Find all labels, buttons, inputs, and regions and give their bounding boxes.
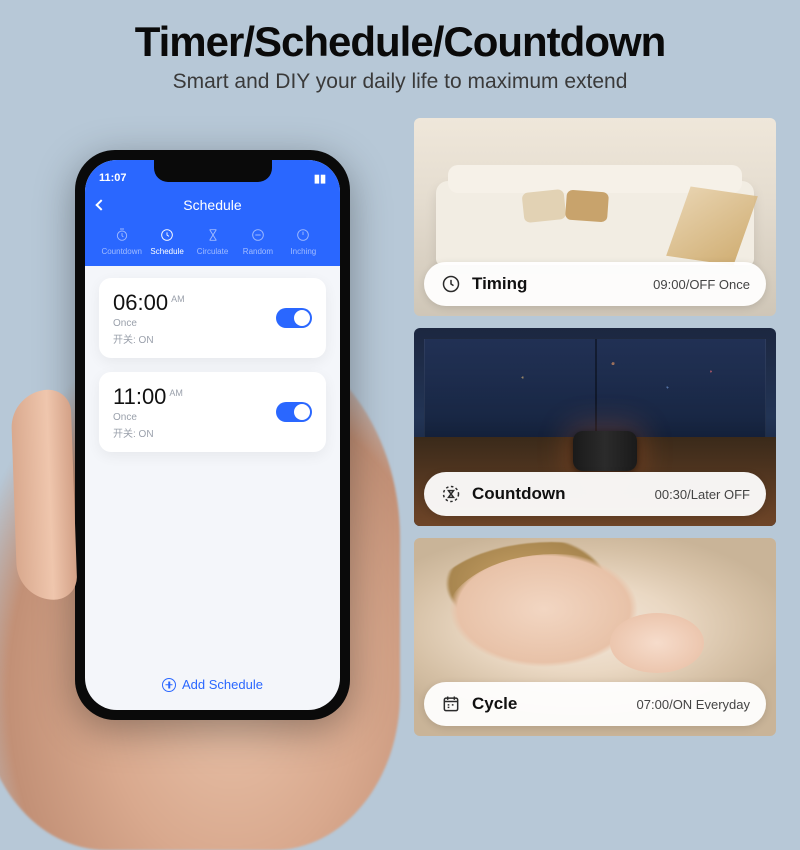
schedule-time: 11:00 — [113, 384, 166, 410]
app-titlebar: Schedule — [97, 194, 328, 216]
content: 11:07 ▮▮ Schedule Countdown — [0, 110, 800, 790]
circulate-icon — [204, 226, 222, 244]
mode-tabs: Countdown Schedule Circulate Random — [97, 226, 328, 256]
page-title: Timer/Schedule/Countdown — [0, 18, 800, 66]
plus-icon — [162, 678, 176, 692]
random-icon — [249, 226, 267, 244]
schedule-repeat: Once — [113, 412, 183, 423]
timing-pill: Timing 09:00/OFF Once — [424, 262, 766, 306]
status-time: 11:07 — [99, 172, 127, 184]
calendar-icon — [440, 693, 462, 715]
header: Timer/Schedule/Countdown Smart and DIY y… — [0, 0, 800, 94]
add-schedule-label: Add Schedule — [182, 677, 263, 692]
back-icon[interactable] — [95, 199, 106, 210]
countdown-icon — [113, 226, 131, 244]
schedule-toggle[interactable] — [276, 308, 312, 328]
schedule-state: 开关: ON — [113, 331, 185, 346]
tab-countdown[interactable]: Countdown — [99, 226, 144, 256]
app-header: Schedule Countdown Schedule — [85, 190, 340, 266]
hand-holding-phone: 11:07 ▮▮ Schedule Countdown — [20, 150, 390, 790]
tab-circulate[interactable]: Circulate — [190, 226, 235, 256]
tab-random-label: Random — [235, 247, 280, 256]
panel-timing: Timing 09:00/OFF Once — [414, 118, 776, 316]
status-icons: ▮▮ — [314, 172, 326, 185]
tab-schedule[interactable]: Schedule — [144, 226, 189, 256]
clock-icon — [440, 273, 462, 295]
countdown-pill: Countdown 00:30/Later OFF — [424, 472, 766, 516]
panel-cycle: Cycle 07:00/ON Everyday — [414, 538, 776, 736]
add-schedule-button[interactable]: Add Schedule — [85, 677, 340, 692]
schedule-toggle[interactable] — [276, 402, 312, 422]
inching-icon — [294, 226, 312, 244]
schedule-time: 06:00 — [113, 290, 168, 316]
phone-frame: 11:07 ▮▮ Schedule Countdown — [75, 150, 350, 720]
schedule-list: 06:00 AM Once 开关: ON 11:00 AM — [85, 266, 340, 478]
tab-countdown-label: Countdown — [99, 247, 144, 256]
schedule-item[interactable]: 11:00 AM Once 开关: ON — [99, 372, 326, 452]
tab-schedule-label: Schedule — [144, 247, 189, 256]
cycle-value: 07:00/ON Everyday — [637, 697, 750, 712]
phone-notch — [154, 160, 272, 182]
schedule-ampm: AM — [169, 388, 183, 398]
timing-value: 09:00/OFF Once — [653, 277, 750, 292]
tab-circulate-label: Circulate — [190, 247, 235, 256]
schedule-state: 开关: ON — [113, 425, 183, 440]
countdown-label: Countdown — [472, 484, 565, 504]
schedule-item[interactable]: 06:00 AM Once 开关: ON — [99, 278, 326, 358]
schedule-ampm: AM — [171, 294, 185, 304]
hourglass-icon — [440, 483, 462, 505]
thumb-illustration — [10, 389, 77, 601]
page-subtitle: Smart and DIY your daily life to maximum… — [0, 70, 800, 94]
schedule-repeat: Once — [113, 318, 185, 329]
tab-inching[interactable]: Inching — [281, 226, 326, 256]
tab-inching-label: Inching — [281, 247, 326, 256]
screen-title: Schedule — [183, 197, 241, 213]
panel-countdown: Countdown 00:30/Later OFF — [414, 328, 776, 526]
cycle-pill: Cycle 07:00/ON Everyday — [424, 682, 766, 726]
cycle-label: Cycle — [472, 694, 517, 714]
schedule-icon — [158, 226, 176, 244]
feature-panels: Timing 09:00/OFF Once Countdown 00:30/La… — [414, 118, 776, 736]
phone-screen: 11:07 ▮▮ Schedule Countdown — [85, 160, 340, 710]
timing-label: Timing — [472, 274, 527, 294]
tab-random[interactable]: Random — [235, 226, 280, 256]
countdown-value: 00:30/Later OFF — [655, 487, 750, 502]
